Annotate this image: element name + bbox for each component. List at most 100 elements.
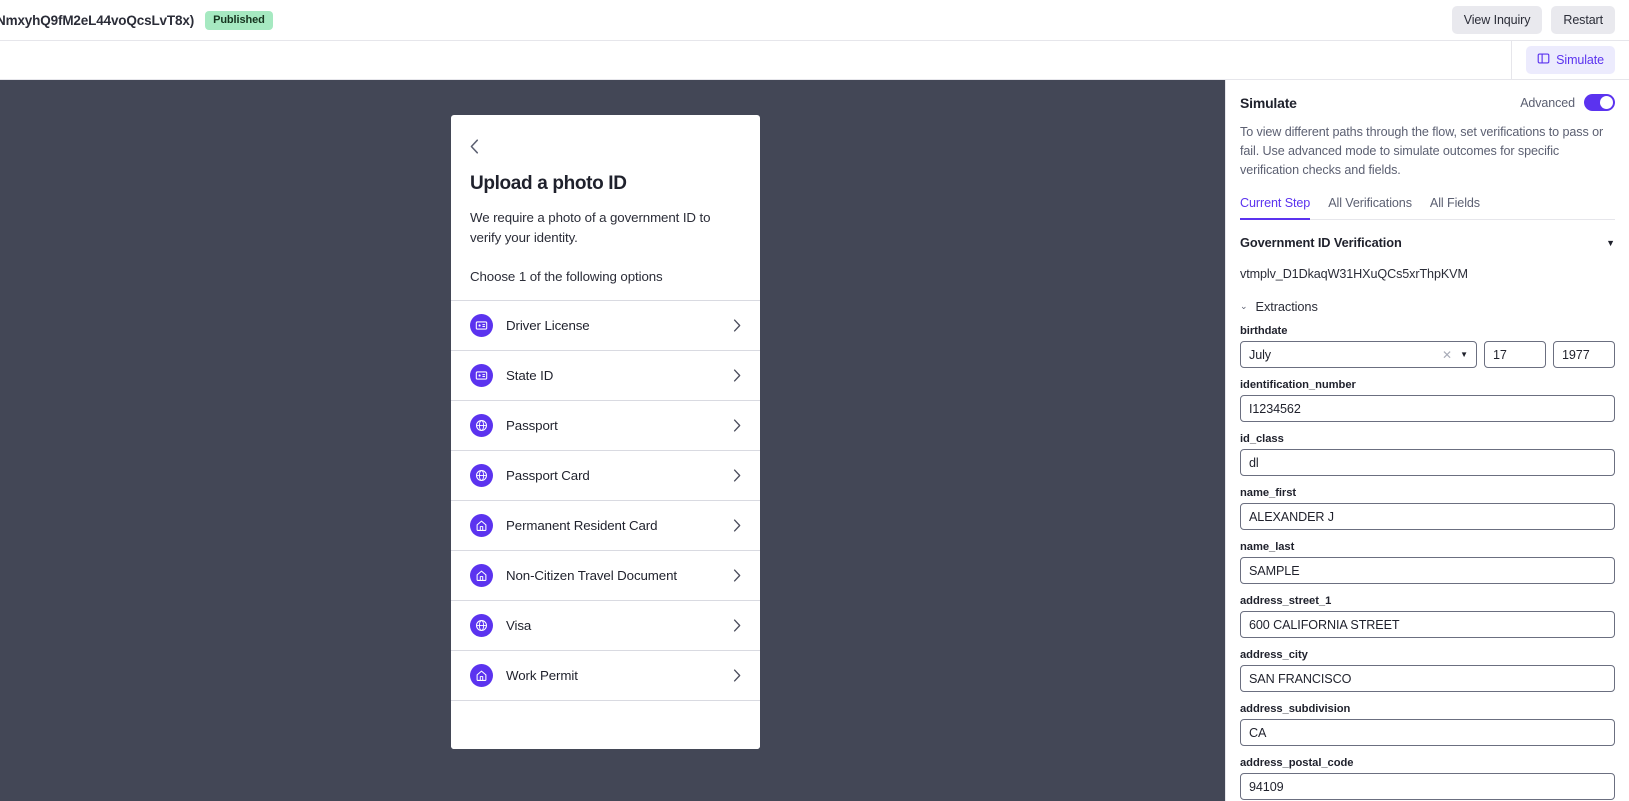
field-identification_number: identification_number xyxy=(1240,379,1615,423)
field-input[interactable] xyxy=(1240,503,1615,531)
birthdate-day-input[interactable] xyxy=(1484,341,1546,369)
advanced-toggle-group: Advanced xyxy=(1520,94,1615,111)
field-input[interactable] xyxy=(1240,611,1615,639)
field-label-birthdate: birthdate xyxy=(1240,325,1288,338)
birthdate-year-wrap xyxy=(1553,341,1615,369)
top-bar: NmxyhQ9fM2eL44voQcsLvT8x) Published View… xyxy=(0,0,1629,41)
card-title: Upload a photo ID xyxy=(470,173,627,194)
clear-icon[interactable]: ✕ xyxy=(1442,348,1452,362)
id-option-row[interactable]: Passport xyxy=(451,400,760,451)
extraction-fields: identification_number id_class name_firstn… xyxy=(1240,379,1615,801)
simulate-button-label: Simulate xyxy=(1556,53,1604,67)
card-choose-text: Choose 1 of the following options xyxy=(470,269,663,285)
chevron-right-icon[interactable] xyxy=(733,619,741,632)
field-birthdate: birthdate July ✕ ▼ xyxy=(1240,325,1615,369)
field-label: id_class xyxy=(1240,433,1284,446)
id-option-row[interactable]: Driver License xyxy=(451,300,760,351)
simulate-tabs: Current Step All Verifications All Fields xyxy=(1240,196,1615,221)
id-option-row[interactable]: Non-Citizen Travel Document xyxy=(451,550,760,601)
id-option-row[interactable]: Work Permit xyxy=(451,650,760,701)
field-address_subdivision: address_subdivision xyxy=(1240,703,1615,747)
globe-icon xyxy=(470,464,493,488)
globe-icon xyxy=(470,614,493,638)
toggle-knob xyxy=(1600,96,1613,109)
toolbar-divider xyxy=(1511,40,1513,80)
birthdate-inputs: July ✕ ▼ xyxy=(1240,341,1615,369)
field-input[interactable] xyxy=(1240,557,1615,585)
birthdate-day-wrap xyxy=(1484,341,1546,369)
card-subtitle: We require a photo of a government ID to… xyxy=(470,210,711,245)
birthdate-month-value: July xyxy=(1249,347,1271,362)
chevron-right-icon[interactable] xyxy=(733,369,741,382)
verification-section-header[interactable]: Government ID Verification ▼ xyxy=(1240,235,1615,250)
chevron-down-icon[interactable]: ▼ xyxy=(1460,350,1468,359)
tab-current-step[interactable]: Current Step xyxy=(1240,196,1310,221)
verification-template-id: vtmplv_D1DkaqW31HXuQCs5xrThpKVM xyxy=(1240,267,1468,282)
id-option-row[interactable]: State ID xyxy=(451,350,760,401)
field-input[interactable] xyxy=(1240,665,1615,693)
field-name_first: name_first xyxy=(1240,487,1615,531)
chevron-right-icon[interactable] xyxy=(733,669,741,682)
advanced-label: Advanced xyxy=(1520,95,1575,110)
sub-toolbar: Simulate xyxy=(0,40,1629,80)
field-name_last: name_last xyxy=(1240,541,1615,585)
extractions-label: Extractions xyxy=(1255,299,1318,315)
simulate-panel: Simulate Advanced To view different path… xyxy=(1225,80,1629,801)
id-option-row[interactable]: Visa xyxy=(451,600,760,651)
simulate-panel-content: Simulate Advanced To view different path… xyxy=(1226,80,1629,801)
field-address_postal_code: address_postal_code xyxy=(1240,757,1615,801)
extractions-group-header[interactable]: ⌄ Extractions xyxy=(1240,299,1615,314)
field-label: identification_number xyxy=(1240,379,1356,392)
home-icon xyxy=(470,664,493,688)
preview-card: Upload a photo ID We require a photo of … xyxy=(451,115,760,749)
back-chevron-icon[interactable] xyxy=(470,137,488,155)
chevron-right-icon[interactable] xyxy=(733,569,741,582)
id-option-label: Passport xyxy=(506,418,558,434)
field-label: address_street_1 xyxy=(1240,595,1332,608)
id-card-icon xyxy=(470,364,493,388)
chevron-down-small-icon: ⌄ xyxy=(1240,301,1248,312)
chevron-right-icon[interactable] xyxy=(733,319,741,332)
id-option-label: Visa xyxy=(506,618,532,634)
field-id_class: id_class xyxy=(1240,433,1615,477)
chevron-right-icon[interactable] xyxy=(733,469,741,482)
field-label: address_subdivision xyxy=(1240,703,1351,716)
simulate-panel-header: Simulate Advanced xyxy=(1240,80,1615,111)
flow-canvas: Upload a photo ID We require a photo of … xyxy=(0,80,1225,801)
home-icon xyxy=(470,564,493,588)
field-label: name_last xyxy=(1240,541,1295,554)
id-card-icon xyxy=(470,314,493,338)
id-option-label: Passport Card xyxy=(506,468,590,484)
flow-title: NmxyhQ9fM2eL44voQcsLvT8x) xyxy=(0,12,195,28)
tab-all-verifications[interactable]: All Verifications xyxy=(1328,196,1412,220)
field-input[interactable] xyxy=(1240,773,1615,801)
panel-icon xyxy=(1537,52,1550,68)
restart-button[interactable]: Restart xyxy=(1551,6,1615,34)
top-bar-left: NmxyhQ9fM2eL44voQcsLvT8x) Published xyxy=(0,10,1452,30)
simulate-description: To view different paths through the flow… xyxy=(1240,125,1604,178)
field-input[interactable] xyxy=(1240,395,1615,423)
tab-all-fields[interactable]: All Fields xyxy=(1430,196,1480,220)
id-option-row[interactable]: Passport Card xyxy=(451,450,760,501)
id-options-list: Driver License State ID Passport Passport C… xyxy=(451,300,760,701)
view-inquiry-button[interactable]: View Inquiry xyxy=(1451,6,1543,34)
verification-section-title: Government ID Verification xyxy=(1240,235,1402,251)
advanced-toggle[interactable] xyxy=(1584,94,1615,111)
simulate-toggle-button[interactable]: Simulate xyxy=(1526,46,1615,74)
id-option-label: State ID xyxy=(506,368,554,384)
field-address_street_1: address_street_1 xyxy=(1240,595,1615,639)
id-option-label: Non-Citizen Travel Document xyxy=(506,568,677,584)
field-input[interactable] xyxy=(1240,449,1615,477)
card-header: Upload a photo ID We require a photo of … xyxy=(451,115,760,300)
chevron-right-icon[interactable] xyxy=(733,519,741,532)
chevron-down-icon[interactable]: ▼ xyxy=(1606,238,1615,248)
status-badge: Published xyxy=(205,10,273,30)
birthdate-year-input[interactable] xyxy=(1553,341,1615,369)
id-option-row[interactable]: Permanent Resident Card xyxy=(451,500,760,551)
field-input[interactable] xyxy=(1240,719,1615,747)
id-option-label: Permanent Resident Card xyxy=(506,518,658,534)
chevron-right-icon[interactable] xyxy=(733,419,741,432)
simulate-panel-title: Simulate xyxy=(1240,94,1297,111)
birthdate-month-select[interactable]: July ✕ ▼ xyxy=(1240,341,1477,369)
top-bar-actions: View Inquiry Restart xyxy=(1451,6,1615,34)
